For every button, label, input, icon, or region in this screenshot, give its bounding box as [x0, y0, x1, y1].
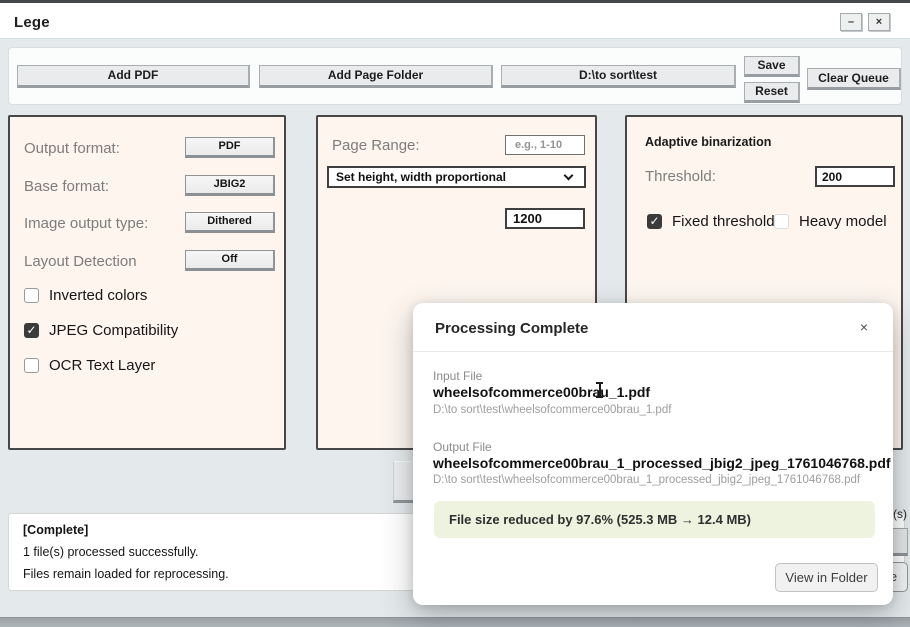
jpeg-compatibility-label: JPEG Compatibility [49, 322, 178, 339]
inverted-colors-row[interactable]: Inverted colors [24, 287, 147, 304]
output-file-path: D:\to sort\test\wheelsofcommerce00brau_1… [433, 474, 860, 486]
page-range-label: Page Range: [332, 137, 420, 154]
ocr-text-layer-checkbox[interactable] [24, 358, 39, 373]
jpeg-compatibility-row[interactable]: JPEG Compatibility [24, 322, 178, 339]
inverted-colors-checkbox[interactable] [24, 288, 39, 303]
output-file-name: wheelsofcommerce00brau_1_processed_jbig2… [433, 455, 891, 471]
input-file-name: wheelsofcommerce00brau_1.pdf [433, 384, 650, 400]
status-line-complete: [Complete] [23, 523, 88, 537]
status-line-reprocess: Files remain loaded for reprocessing. [23, 567, 229, 581]
height-value-input[interactable] [505, 208, 585, 229]
base-format-label: Base format: [24, 178, 109, 195]
ocr-text-layer-row[interactable]: OCR Text Layer [24, 357, 155, 374]
dialog-divider [413, 351, 893, 352]
file-count-fragment: (s) [893, 507, 907, 521]
toolbar: Add PDF Add Page Folder D:\to sort\test … [8, 47, 902, 105]
heavy-model-row[interactable]: Heavy model [774, 213, 887, 230]
process-button-fragment[interactable] [393, 461, 414, 503]
heavy-model-label: Heavy model [799, 213, 887, 230]
fixed-threshold-label: Fixed threshold [672, 213, 775, 230]
threshold-label: Threshold: [645, 168, 716, 185]
output-format-label: Output format: [24, 140, 120, 157]
minimize-button[interactable]: – [840, 13, 862, 31]
threshold-input[interactable] [815, 166, 895, 187]
heavy-model-checkbox[interactable] [774, 214, 789, 229]
inverted-colors-label: Inverted colors [49, 287, 147, 304]
title-bar: Lege – × [0, 3, 910, 39]
status-line-processed: 1 file(s) processed successfully. [23, 545, 199, 559]
adaptive-binarization-title: Adaptive binarization [645, 135, 771, 149]
ocr-text-layer-label: OCR Text Layer [49, 357, 155, 374]
window-bottom-edge [0, 617, 910, 627]
page-range-input[interactable] [505, 135, 585, 155]
layout-detection-button[interactable]: Off [185, 250, 275, 271]
fixed-threshold-row[interactable]: Fixed threshold [647, 213, 775, 230]
output-folder-button[interactable]: D:\to sort\test [501, 65, 736, 88]
view-in-folder-button[interactable]: View in Folder [775, 563, 878, 592]
fixed-threshold-checkbox[interactable] [647, 214, 662, 229]
format-options-panel: Output format: PDF Base format: JBIG2 Im… [8, 115, 286, 450]
dialog-close-icon[interactable]: × [855, 319, 873, 335]
close-button[interactable]: × [868, 13, 890, 31]
button-fragment[interactable] [891, 528, 908, 556]
image-output-type-button[interactable]: Dithered [185, 212, 275, 233]
save-button[interactable]: Save [744, 56, 800, 77]
image-output-type-label: Image output type: [24, 215, 148, 232]
clear-queue-button[interactable]: Clear Queue [807, 68, 901, 90]
input-file-label: Input File [433, 369, 482, 383]
scale-mode-select[interactable]: Set height, width proportional [327, 166, 586, 188]
base-format-button[interactable]: JBIG2 [185, 175, 275, 196]
add-page-folder-button[interactable]: Add Page Folder [259, 65, 493, 88]
layout-detection-label: Layout Detection [24, 253, 137, 270]
output-file-label: Output File [433, 440, 492, 454]
input-file-path: D:\to sort\test\wheelsofcommerce00brau_1… [433, 404, 671, 416]
text-cursor-icon [595, 382, 604, 399]
add-pdf-button[interactable]: Add PDF [17, 65, 250, 88]
dialog-title: Processing Complete [435, 320, 588, 337]
success-message: File size reduced by 97.6% (525.3 MB → 1… [434, 501, 875, 538]
scale-mode-value: Set height, width proportional [329, 170, 565, 184]
output-format-button[interactable]: PDF [185, 137, 275, 158]
reset-button[interactable]: Reset [744, 82, 800, 103]
processing-complete-dialog: Processing Complete × Input File wheelso… [413, 303, 893, 605]
chevron-down-icon [564, 171, 574, 181]
window-title: Lege [14, 14, 50, 31]
jpeg-compatibility-checkbox[interactable] [24, 323, 39, 338]
